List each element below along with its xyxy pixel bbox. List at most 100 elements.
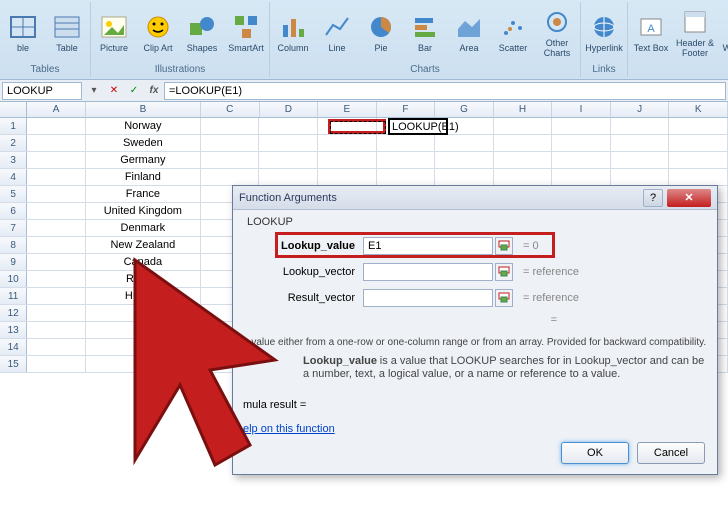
cell[interactable]: Finland xyxy=(86,169,201,185)
cell[interactable] xyxy=(27,356,86,372)
ribbon-column[interactable]: Column xyxy=(272,4,314,62)
cell[interactable] xyxy=(27,152,86,168)
col-header-B[interactable]: B xyxy=(86,102,201,117)
cell[interactable] xyxy=(27,203,86,219)
cell[interactable] xyxy=(318,152,377,168)
row-header[interactable]: 5 xyxy=(0,186,27,202)
cell[interactable] xyxy=(435,152,494,168)
formula-bar[interactable]: =LOOKUP(E1) xyxy=(164,82,726,100)
cell[interactable] xyxy=(27,305,86,321)
cell[interactable] xyxy=(27,271,86,287)
ribbon-text-box[interactable]: AText Box xyxy=(630,4,672,62)
cell[interactable] xyxy=(27,186,86,202)
ok-button[interactable]: OK xyxy=(561,442,629,464)
cell[interactable] xyxy=(318,118,377,134)
enter-icon[interactable]: ✓ xyxy=(126,83,142,99)
cell[interactable] xyxy=(86,322,201,338)
cell[interactable]: France xyxy=(86,186,201,202)
cell[interactable]: United Kingdom xyxy=(86,203,201,219)
row-header[interactable]: 3 xyxy=(0,152,27,168)
col-header-E[interactable]: E xyxy=(318,102,377,117)
cell[interactable]: Canada xyxy=(86,254,201,270)
cell[interactable]: Denmark xyxy=(86,220,201,236)
active-cell-f1[interactable]: LOOKUP(E1) xyxy=(388,118,448,135)
cell[interactable] xyxy=(318,169,377,185)
arg-input-1[interactable] xyxy=(363,263,493,281)
ribbon-hyperlink[interactable]: Hyperlink xyxy=(583,4,625,62)
cell[interactable] xyxy=(552,169,611,185)
ribbon-pie[interactable]: Pie xyxy=(360,4,402,62)
cell[interactable] xyxy=(27,254,86,270)
cell[interactable] xyxy=(27,118,86,134)
ribbon-shapes[interactable]: Shapes xyxy=(181,4,223,62)
col-header-C[interactable]: C xyxy=(201,102,260,117)
col-header-J[interactable]: J xyxy=(611,102,670,117)
cell[interactable] xyxy=(201,152,260,168)
cancel-icon[interactable]: ✕ xyxy=(106,83,122,99)
row-header[interactable]: 2 xyxy=(0,135,27,151)
cell[interactable] xyxy=(201,118,260,134)
row-header[interactable]: 9 xyxy=(0,254,27,270)
cell[interactable] xyxy=(669,152,728,168)
cell[interactable] xyxy=(27,322,86,338)
cell[interactable] xyxy=(259,118,318,134)
ribbon-ble[interactable]: ble xyxy=(2,4,44,62)
cell[interactable] xyxy=(494,118,553,134)
cell[interactable] xyxy=(27,288,86,304)
cell[interactable] xyxy=(435,135,494,151)
col-header-G[interactable]: G xyxy=(435,102,494,117)
row-header[interactable]: 15 xyxy=(0,356,27,372)
ribbon-smartart[interactable]: SmartArt xyxy=(225,4,267,62)
row-header[interactable]: 12 xyxy=(0,305,27,321)
name-box[interactable]: LOOKUP xyxy=(2,82,82,100)
cell[interactable] xyxy=(494,135,553,151)
range-selector-icon[interactable] xyxy=(495,289,513,307)
row-header[interactable]: 7 xyxy=(0,220,27,236)
ribbon-wordart[interactable]: AWordArt xyxy=(718,4,728,62)
cell[interactable] xyxy=(86,305,201,321)
cell[interactable] xyxy=(611,135,670,151)
cell[interactable] xyxy=(494,169,553,185)
cell[interactable] xyxy=(27,237,86,253)
cell[interactable] xyxy=(377,169,436,185)
arg-input-0[interactable] xyxy=(363,237,493,255)
cell[interactable] xyxy=(259,152,318,168)
ribbon-clip-art[interactable]: Clip Art xyxy=(137,4,179,62)
ribbon-scatter[interactable]: Scatter xyxy=(492,4,534,62)
ribbon-header-&-footer[interactable]: Header & Footer xyxy=(674,4,716,62)
fx-icon[interactable]: fx xyxy=(146,83,162,99)
cell[interactable] xyxy=(494,152,553,168)
cell[interactable] xyxy=(27,339,86,355)
row-header[interactable]: 13 xyxy=(0,322,27,338)
ribbon-picture[interactable]: Picture xyxy=(93,4,135,62)
col-header-H[interactable]: H xyxy=(494,102,553,117)
cell[interactable] xyxy=(86,356,201,372)
row-header[interactable]: 1 xyxy=(0,118,27,134)
row-header[interactable]: 8 xyxy=(0,237,27,253)
cell[interactable] xyxy=(259,169,318,185)
help-icon[interactable]: ? xyxy=(643,189,663,207)
cell[interactable] xyxy=(669,118,728,134)
cell[interactable] xyxy=(611,152,670,168)
row-header[interactable]: 14 xyxy=(0,339,27,355)
cell[interactable] xyxy=(201,135,260,151)
cancel-button[interactable]: Cancel xyxy=(637,442,705,464)
cell[interactable]: Sweden xyxy=(86,135,201,151)
cell[interactable]: New Zealand xyxy=(86,237,201,253)
col-header-K[interactable]: K xyxy=(669,102,728,117)
row-header[interactable]: 11 xyxy=(0,288,27,304)
cell[interactable]: Hungar xyxy=(86,288,201,304)
cell[interactable] xyxy=(259,135,318,151)
ribbon-table[interactable]: Table xyxy=(46,4,88,62)
range-selector-icon[interactable] xyxy=(495,263,513,281)
ribbon-bar[interactable]: Bar xyxy=(404,4,446,62)
col-header-D[interactable]: D xyxy=(260,102,319,117)
cell[interactable] xyxy=(86,339,201,355)
arg-input-2[interactable] xyxy=(363,289,493,307)
cell[interactable]: Germany xyxy=(86,152,201,168)
cell[interactable] xyxy=(611,118,670,134)
cell[interactable] xyxy=(318,135,377,151)
cell[interactable] xyxy=(435,169,494,185)
cell[interactable] xyxy=(27,220,86,236)
row-header[interactable]: 4 xyxy=(0,169,27,185)
